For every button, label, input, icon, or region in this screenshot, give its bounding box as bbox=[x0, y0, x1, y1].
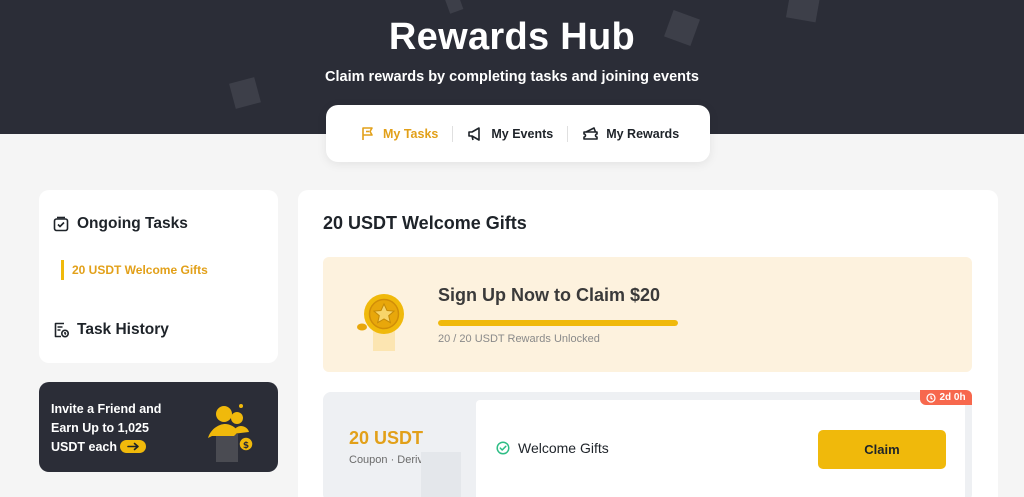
coupon-task-label: Welcome Gifts bbox=[496, 440, 609, 456]
progress-fill bbox=[438, 320, 678, 326]
coupon-task-area: Welcome Gifts Claim bbox=[476, 400, 965, 497]
invite-text: Invite a Friend and Earn Up to 1,025 USD… bbox=[51, 400, 181, 457]
invite-line: Invite a Friend and bbox=[51, 402, 162, 416]
sidebar-item-welcome-gifts[interactable]: 20 USDT Welcome Gifts bbox=[61, 260, 208, 280]
timer-text: 2d 0h bbox=[939, 392, 966, 403]
page-title: Rewards Hub bbox=[388, 16, 636, 58]
flag-icon bbox=[362, 126, 373, 140]
check-circle-icon bbox=[496, 441, 510, 455]
banner-title: Sign Up Now to Claim $20 bbox=[438, 285, 661, 305]
megaphone-icon bbox=[468, 126, 481, 141]
tab-label: My Rewards bbox=[606, 126, 680, 141]
rewards-progress-bar bbox=[438, 320, 678, 326]
tasks-sidebar: Ongoing Tasks 20 USDT Welcome Gifts Task… bbox=[39, 190, 278, 363]
task-check-icon bbox=[53, 216, 69, 232]
claim-banner: Sign Up Now to Claim $20 20 / 20 USDT Re… bbox=[323, 257, 972, 372]
ticket-icon bbox=[583, 126, 599, 140]
tab-my-tasks[interactable]: My Tasks bbox=[360, 126, 438, 142]
task-title: 20 USDT Welcome Gifts bbox=[323, 213, 527, 233]
claim-button[interactable]: Claim bbox=[818, 430, 946, 469]
invite-illustration-icon: $ bbox=[208, 404, 254, 462]
task-label-text: Welcome Gifts bbox=[518, 440, 609, 456]
sidebar-history-header[interactable]: Task History bbox=[52, 321, 169, 339]
progress-text: 20 / 20 USDT Rewards Unlocked bbox=[438, 333, 600, 345]
page-subtitle: Claim rewards by completing tasks and jo… bbox=[325, 69, 699, 85]
sidebar-ongoing-header: Ongoing Tasks bbox=[52, 215, 188, 233]
tab-label: My Tasks bbox=[383, 126, 439, 141]
coupon-card: 20 USDT Coupon · Derivatives Welcome Gif… bbox=[323, 392, 972, 497]
svg-text:$: $ bbox=[243, 441, 249, 451]
invite-line: USDT each bbox=[51, 440, 117, 454]
timer-badge: 2d 0h bbox=[920, 390, 972, 405]
tab-my-events[interactable]: My Events bbox=[467, 126, 553, 142]
gold-coin-icon bbox=[357, 294, 404, 351]
sidebar-ongoing-title: Ongoing Tasks bbox=[77, 215, 188, 232]
task-detail-panel: 20 USDT Welcome Gifts Sign Up Now to Cla… bbox=[298, 190, 998, 497]
clock-icon bbox=[926, 392, 937, 403]
tab-divider bbox=[452, 125, 454, 142]
decorative-cube bbox=[442, 0, 464, 14]
invite-line: Earn Up to 1,025 bbox=[51, 421, 149, 435]
tab-my-rewards[interactable]: My Rewards bbox=[582, 126, 679, 142]
rewards-tabs: My Tasks My Events My Rewards bbox=[326, 105, 710, 162]
tab-label: My Events bbox=[491, 126, 554, 141]
decorative-coupon-shape bbox=[421, 452, 461, 497]
history-clock-icon bbox=[54, 322, 70, 338]
sidebar-history-title: Task History bbox=[77, 321, 169, 338]
arrow-right-icon bbox=[120, 440, 146, 454]
tab-divider bbox=[567, 125, 569, 142]
invite-friend-card[interactable]: Invite a Friend and Earn Up to 1,025 USD… bbox=[39, 382, 278, 472]
